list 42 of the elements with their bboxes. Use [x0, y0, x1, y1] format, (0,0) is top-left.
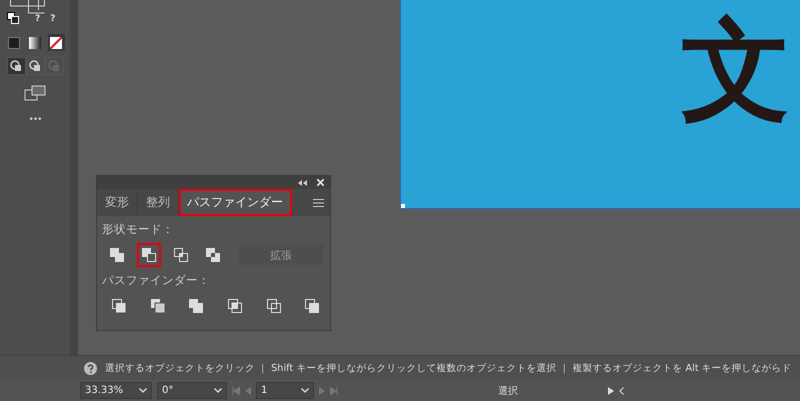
- shape-mode-icon: [174, 248, 188, 262]
- page-dropdown[interactable]: 1: [256, 382, 314, 399]
- rotation-dropdown[interactable]: 0°: [157, 382, 227, 399]
- collapse-icon[interactable]: [298, 180, 307, 186]
- pathfinder-icon: [189, 299, 204, 313]
- pathfinder-icon: [150, 299, 164, 313]
- zoom-dropdown[interactable]: 33.33%: [80, 382, 152, 399]
- shape-mode-icon: [110, 248, 124, 262]
- status-message: 選択するオブジェクトをクリック ｜ Shift キーを押しながらクリックして複数のオブジェクトを選択 ｜ 複製するオブジェクトを Alt キーを押しながらド: [105, 362, 792, 374]
- selection-handle[interactable]: [401, 204, 405, 208]
- caret-icon: [139, 388, 147, 393]
- close-icon[interactable]: [317, 179, 324, 186]
- color-mode-button[interactable]: [26, 34, 44, 51]
- caret-icon: [214, 388, 222, 393]
- section-label: 形状モード：: [102, 222, 175, 237]
- tool-mode-label: 選択: [498, 384, 519, 398]
- chevron-left-icon[interactable]: [619, 386, 624, 394]
- color-mode-button[interactable]: [6, 34, 22, 51]
- help-icon[interactable]: [84, 362, 97, 374]
- pathfinder-icon: [228, 299, 242, 313]
- panel-tab[interactable]: 変形: [97, 189, 138, 216]
- play-icon[interactable]: [608, 386, 614, 394]
- menu-icon[interactable]: [313, 198, 324, 206]
- pathfinder-icon: [112, 299, 126, 313]
- caret-icon: [301, 388, 309, 393]
- panel-tab[interactable]: パスファインダー: [179, 189, 292, 216]
- swatch-drawing: [10, 0, 46, 14]
- more-tools-icon[interactable]: •••: [28, 115, 42, 125]
- shape-mode-icon: [142, 248, 156, 262]
- question-mark: ?: [50, 14, 56, 24]
- color-mode-button[interactable]: [48, 34, 64, 51]
- screen-mode-icon[interactable]: [24, 85, 46, 101]
- question-mark: ?: [35, 14, 40, 24]
- draw-mode-button[interactable]: [26, 57, 44, 75]
- shape-mode-icon: [206, 248, 220, 262]
- artwork-character: 文: [681, 10, 791, 131]
- pathfinder-icon: [305, 299, 320, 313]
- draw-mode-button[interactable]: [6, 57, 26, 75]
- pathfinder-icon: [266, 299, 281, 313]
- shape-mode-button[interactable]: [137, 243, 161, 267]
- fill-stroke-icon[interactable]: [7, 12, 19, 24]
- section-label: パスファインダー：: [102, 273, 211, 288]
